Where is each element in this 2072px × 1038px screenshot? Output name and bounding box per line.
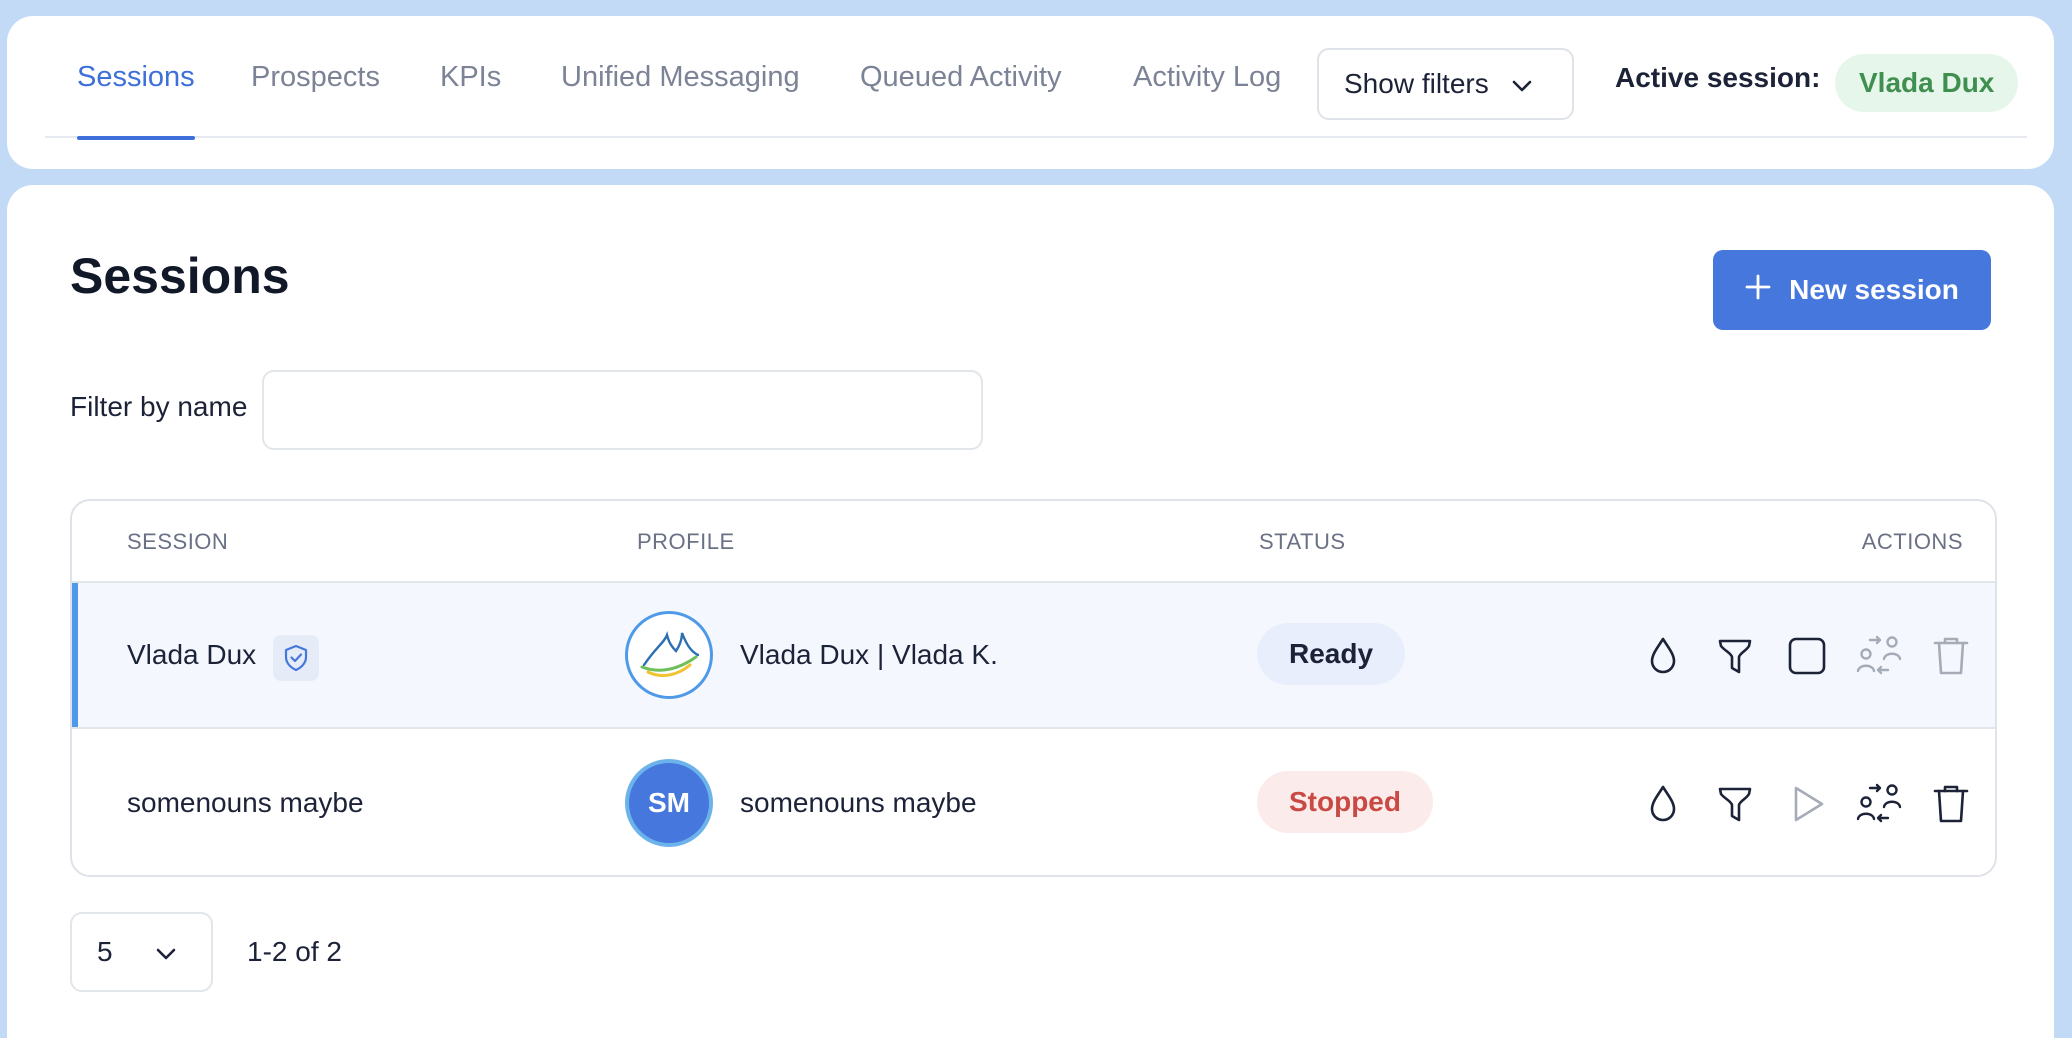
filter-by-name-input[interactable] <box>262 370 983 450</box>
header-session: SESSION <box>127 529 229 554</box>
header-actions: ACTIONS <box>1861 529 1963 554</box>
new-session-label: New session <box>1789 274 1959 305</box>
sessions-table: SESSION PROFILE STATUS ACTIONS Vlada Dux… <box>70 499 1997 877</box>
tab-prospects[interactable]: Prospects <box>251 16 380 138</box>
show-filters-button[interactable]: Show filters <box>1317 48 1574 120</box>
chevron-down-icon <box>1511 68 1533 100</box>
header-status: STATUS <box>1259 529 1346 554</box>
profile-avatar-logo <box>625 611 713 699</box>
swap-users-icon <box>1856 633 1902 679</box>
verified-shield-icon <box>273 635 319 681</box>
drop-icon[interactable] <box>1640 633 1686 679</box>
filter-icon[interactable] <box>1712 781 1758 827</box>
filter-icon[interactable] <box>1712 633 1758 679</box>
profile-name: somenouns maybe <box>740 787 977 818</box>
show-filters-label: Show filters <box>1344 68 1489 99</box>
table-row[interactable]: Vlada Dux Vlada Dux | Vlada K. Ready <box>72 583 1995 729</box>
profile-name: Vlada Dux | Vlada K. <box>740 639 998 670</box>
profile-avatar-initials: SM <box>625 759 713 847</box>
trash-icon <box>1928 633 1974 679</box>
session-name: Vlada Dux <box>127 639 257 670</box>
page-title: Sessions <box>70 248 290 304</box>
sessions-panel: Sessions New session Filter by name SESS… <box>7 185 2054 1038</box>
new-session-button[interactable]: New session <box>1713 250 1991 330</box>
swap-users-icon[interactable] <box>1856 781 1902 827</box>
top-navigation: Sessions Prospects KPIs Unified Messagin… <box>7 16 2054 169</box>
status-badge: Stopped <box>1257 771 1433 833</box>
status-badge: Ready <box>1257 623 1406 685</box>
pagination-range: 1-2 of 2 <box>247 936 342 967</box>
rows-per-page-value: 5 <box>97 936 113 967</box>
drop-icon[interactable] <box>1640 781 1686 827</box>
session-name: somenouns maybe <box>127 787 364 818</box>
plus-icon <box>1745 274 1771 307</box>
active-session-label: Active session: <box>1615 62 1821 93</box>
stop-icon[interactable] <box>1784 633 1830 679</box>
trash-icon[interactable] <box>1928 781 1974 827</box>
table-header: SESSION PROFILE STATUS ACTIONS <box>72 501 1995 583</box>
tab-sessions[interactable]: Sessions <box>77 16 195 140</box>
tab-queued-activity[interactable]: Queued Activity <box>860 16 1062 138</box>
tab-activity-log[interactable]: Activity Log <box>1133 16 1281 138</box>
active-session-badge[interactable]: Vlada Dux <box>1835 54 2019 112</box>
tab-kpis[interactable]: KPIs <box>440 16 501 138</box>
filter-by-name-label: Filter by name <box>70 391 248 422</box>
play-icon[interactable] <box>1784 781 1830 827</box>
header-profile: PROFILE <box>637 529 735 554</box>
chevron-down-icon <box>155 936 177 968</box>
tab-unified-messaging[interactable]: Unified Messaging <box>561 16 800 138</box>
rows-per-page-select[interactable]: 5 <box>70 912 213 992</box>
table-row[interactable]: somenouns maybe SM somenouns maybe Stopp… <box>72 731 1995 875</box>
